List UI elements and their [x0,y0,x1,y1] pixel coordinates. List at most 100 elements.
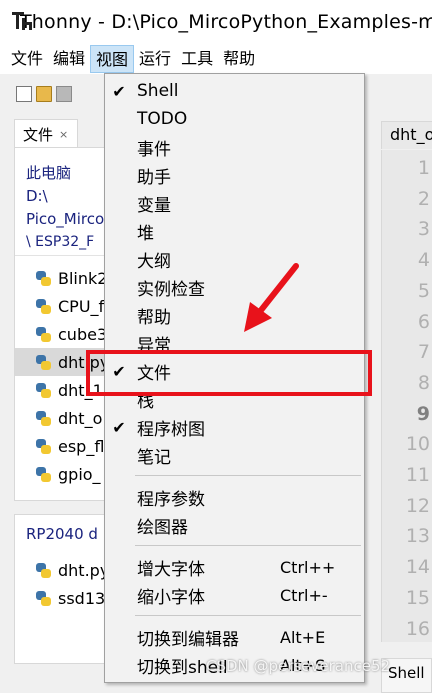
file-name: ssd13 [58,588,106,608]
line-number: 6 [417,310,430,333]
menu-separator [135,475,361,476]
line-number: 15 [405,586,430,609]
line-number: 4 [417,249,430,272]
open-folder-icon[interactable] [36,86,52,102]
view-menu-item[interactable]: 增大字体 Ctrl++ [105,553,364,581]
window-title: Thonny - D:\Pico_MircoPython_Examples-ma [20,11,432,33]
view-menu-item-label: Shell [137,81,179,101]
python-file-icon [36,466,51,482]
view-menu-item[interactable]: TODO [105,105,364,133]
rp2040-title: RP2040 d [26,525,98,543]
menu-edit[interactable]: 编辑 [48,45,90,73]
path-subfolder[interactable]: \ ESP32_F [26,231,104,254]
line-number: 10 [405,433,430,456]
title-bar: Thonny - D:\Pico_MircoPython_Examples-ma [0,0,432,44]
view-menu-item[interactable]: 变量 [105,189,364,217]
view-menu-item[interactable]: ✔ Shell [105,77,364,105]
file-name: esp_fl [58,436,105,456]
view-menu-item[interactable]: ✔ 程序树图 [105,413,364,441]
view-menu-item[interactable]: 笔记 [105,441,364,469]
checkmark-icon: ✔ [112,417,126,437]
file-list-item[interactable]: dht_o [15,404,109,432]
file-list-item[interactable]: esp_fl [15,432,109,460]
path-folder[interactable]: Pico_Mirco [26,208,104,231]
thonny-window: Thonny - D:\Pico_MircoPython_Examples-ma… [0,0,432,693]
line-number: 1 [417,157,430,179]
file-name: CPU_f [58,296,105,316]
save-icon[interactable] [56,86,72,102]
view-menu-item-label: 帮助 [137,307,171,328]
menu-view[interactable]: 视图 [90,45,135,73]
device-file-item[interactable]: ssd13 [15,584,109,612]
line-number: 14 [405,556,430,579]
view-menu-item-label: 切换到编辑器 [137,629,239,650]
view-menu-item-label: TODO [137,109,188,129]
watermark: CSDN @perseverance52 [206,657,391,675]
view-menu-item-label: 堆 [137,223,154,244]
view-menu-item-label: 程序树图 [137,419,205,440]
python-file-icon [36,382,51,398]
view-menu-item[interactable]: 绘图器 [105,511,364,539]
rp2040-panel: RP2040 d dht.py ssd13 [14,514,110,664]
menu-separator [135,615,361,616]
view-menu-item-label: 变量 [137,195,171,216]
view-menu-item-label: 缩小字体 [137,587,205,608]
view-menu-item[interactable]: 帮助 [105,301,364,329]
rp2040-file-list: dht.py ssd13 [15,556,110,612]
view-menu-item[interactable]: 堆 [105,217,364,245]
python-file-icon [36,590,51,606]
editor-tab[interactable]: dht_o [381,121,432,149]
shortcut-label: Ctrl+- [280,585,328,605]
view-menu-item[interactable]: 实例检查 [105,273,364,301]
shortcut-label: Ctrl++ [280,557,336,577]
file-name: Blink2 [58,268,108,288]
menu-bar: 文件 编辑 视图 运行 工具 帮助 [0,44,432,74]
files-tab[interactable]: 文件 × [14,119,78,148]
line-number: 16 [405,617,430,640]
checkmark-icon: ✔ [112,81,126,101]
view-menu-item-label: 增大字体 [137,559,205,580]
view-menu-item-label: 笔记 [137,447,171,468]
python-file-icon [36,354,51,370]
view-menu-item[interactable]: 助手 [105,161,364,189]
file-name: dht_o [58,408,103,428]
menu-help[interactable]: 帮助 [218,45,260,73]
new-file-icon[interactable] [16,86,32,102]
python-file-icon [36,410,51,426]
file-list-item[interactable]: cube3 [15,320,109,348]
file-list-item[interactable]: Blink2 [15,264,109,292]
line-number: 2 [417,187,430,210]
view-menu-item[interactable]: 程序参数 [105,483,364,511]
line-number: 8 [417,371,430,394]
path-this-pc[interactable]: 此电脑 [26,162,104,185]
view-menu-item[interactable]: 事件 [105,133,364,161]
close-icon[interactable]: × [59,128,68,141]
python-file-icon [36,270,51,286]
path-drive[interactable]: D:\ [26,185,104,208]
menu-separator [135,545,361,546]
path-divider [15,255,109,256]
file-list-item[interactable]: gpio_ [15,460,109,488]
view-menu-item[interactable]: 切换到编辑器 Alt+E [105,623,364,651]
menu-run[interactable]: 运行 [134,45,176,73]
pointer-arrow-icon [244,263,299,332]
view-menu-item[interactable]: 缩小字体 Ctrl+- [105,581,364,609]
file-name: gpio_ [58,464,101,484]
editor-area[interactable]: 1 2 3 4 5 6 7 8 9 10 11 12 13 14 15 16 [381,150,432,642]
menu-file[interactable]: 文件 [6,45,48,73]
line-number: 9 [416,402,430,425]
file-name: dht.py [58,560,110,580]
path-breadcrumb: 此电脑 D:\ Pico_Mirco \ ESP32_F [26,162,104,254]
python-file-icon [36,298,51,314]
menu-tools[interactable]: 工具 [176,45,218,73]
file-list-item[interactable]: CPU_f [15,292,109,320]
files-tab-label: 文件 [23,125,54,144]
python-file-icon [36,562,51,578]
python-file-icon [36,438,51,454]
device-file-item[interactable]: dht.py [15,556,110,584]
line-number: 12 [405,494,430,517]
line-number: 13 [405,525,430,548]
python-file-icon [36,326,51,342]
view-menu-item[interactable]: 大纲 [105,245,364,273]
view-menu-item-label: 助手 [137,167,171,188]
